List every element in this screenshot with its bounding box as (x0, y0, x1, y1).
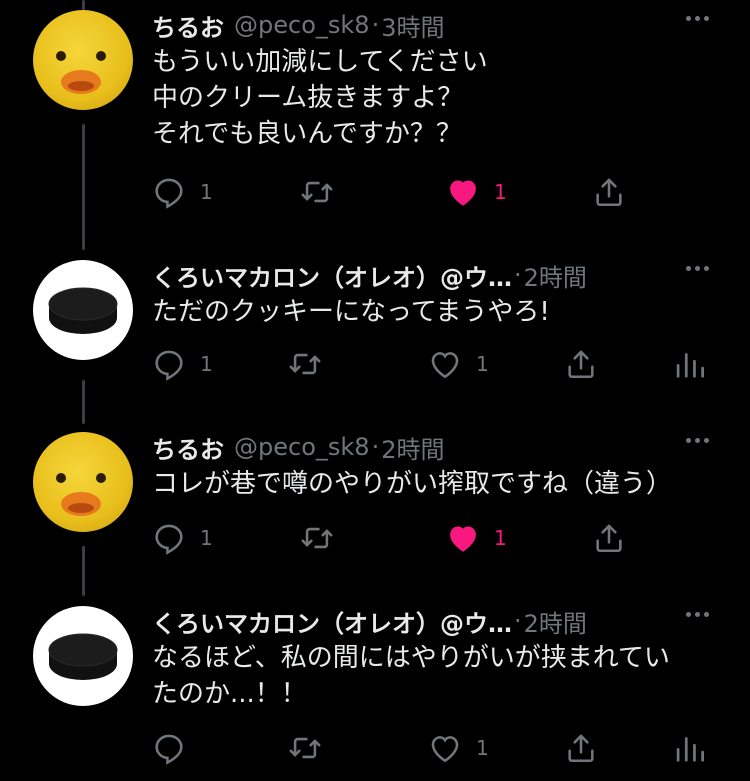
like-button[interactable]: 1 (446, 174, 507, 210)
reply-icon (155, 350, 183, 381)
like-button[interactable]: 1 (446, 520, 507, 556)
separator-dot: · (514, 261, 522, 289)
avatar[interactable] (33, 260, 133, 360)
thread-line (82, 0, 85, 10)
reply-count: 1 (200, 180, 213, 204)
retweet-icon (301, 181, 333, 203)
timestamp[interactable]: 2時間 (524, 258, 587, 293)
reply-button[interactable]: 1 (152, 520, 213, 556)
reply-icon (155, 178, 183, 209)
avatar[interactable] (33, 606, 133, 706)
separator-dot: · (371, 433, 380, 461)
tweet-actions: 1 1 (152, 520, 712, 556)
like-count: 1 (494, 526, 507, 550)
reply-icon (155, 524, 183, 555)
more-icon[interactable] (686, 266, 709, 271)
analytics-icon (676, 737, 704, 762)
share-icon (568, 350, 594, 379)
analytics-button[interactable] (674, 730, 704, 766)
share-button[interactable] (564, 730, 598, 766)
tweet-actions: 1 1 (152, 174, 712, 210)
separator-dot: · (514, 607, 522, 635)
user-handle[interactable]: @peco_sk8 (234, 11, 370, 39)
retweet-icon (289, 353, 321, 375)
timestamp[interactable]: 2時間 (524, 604, 587, 639)
retweet-button[interactable] (300, 174, 348, 210)
tweet-text: もういい加減にしてください 中のクリーム抜きますよ？ それでも良いんですか？？ (152, 47, 488, 149)
tweet-text: ただのクッキーになってまうやろ! (152, 297, 550, 327)
reply-count: 1 (200, 526, 213, 550)
reply-button[interactable]: 1 (152, 346, 213, 382)
like-count: 1 (476, 352, 489, 376)
tweet-header: ちるお @peco_sk8 · 2時間 (152, 430, 444, 464)
timestamp[interactable]: 3時間 (381, 8, 444, 43)
tweet-text: なるほど、私の間にはやりがいが挟まれてい たのか...！！ (152, 643, 670, 709)
duck-avatar-icon (56, 51, 106, 94)
retweet-button[interactable] (288, 346, 336, 382)
avatar[interactable] (33, 432, 133, 532)
analytics-button[interactable] (674, 346, 704, 382)
thread-line (82, 546, 85, 596)
retweet-icon (289, 737, 321, 759)
share-button[interactable] (592, 174, 626, 210)
share-icon (596, 178, 622, 207)
more-icon[interactable] (686, 612, 709, 617)
tweet-actions: 1 (152, 730, 712, 766)
analytics-icon (676, 353, 704, 378)
like-button[interactable]: 1 (428, 730, 489, 766)
share-button[interactable] (564, 346, 598, 382)
tweet-text: コレが巷で噂のやりがい搾取ですね（違う） (152, 469, 673, 499)
duck-avatar-icon (56, 473, 106, 516)
retweet-button[interactable] (300, 520, 348, 556)
share-button[interactable] (592, 520, 626, 556)
like-icon (431, 736, 459, 763)
reply-icon (155, 734, 183, 765)
share-icon (568, 734, 594, 763)
display-name[interactable]: ちるお (152, 430, 224, 465)
like-icon (450, 180, 476, 206)
more-icon[interactable] (686, 438, 709, 443)
thread-line (82, 380, 85, 424)
reply-count: 1 (200, 352, 213, 376)
thread-line (82, 124, 85, 250)
like-icon (431, 352, 459, 379)
display-name[interactable]: くろいマカロン（オレオ）@ウ… (152, 258, 512, 293)
oreo-avatar-icon (48, 287, 118, 334)
user-handle[interactable]: @peco_sk8 (234, 433, 370, 461)
reply-button[interactable] (152, 730, 200, 766)
avatar[interactable] (33, 10, 133, 110)
like-count: 1 (494, 180, 507, 204)
retweet-button[interactable] (288, 730, 336, 766)
tweet-header: くろいマカロン（オレオ）@ウ… · 2時間 (152, 258, 587, 292)
reply-button[interactable]: 1 (152, 174, 213, 210)
like-button[interactable]: 1 (428, 346, 489, 382)
like-count: 1 (476, 736, 489, 760)
oreo-avatar-icon (48, 633, 118, 680)
tweet-header: くろいマカロン（オレオ）@ウ… · 2時間 (152, 604, 587, 638)
tweet-actions: 1 1 (152, 346, 712, 382)
timestamp[interactable]: 2時間 (381, 430, 444, 465)
retweet-icon (301, 527, 333, 549)
like-icon (450, 526, 476, 552)
share-icon (596, 524, 622, 553)
separator-dot: · (371, 11, 380, 39)
tweet-header: ちるお @peco_sk8 · 3時間 (152, 8, 444, 42)
more-icon[interactable] (686, 16, 709, 21)
display-name[interactable]: くろいマカロン（オレオ）@ウ… (152, 604, 512, 639)
display-name[interactable]: ちるお (152, 8, 224, 43)
